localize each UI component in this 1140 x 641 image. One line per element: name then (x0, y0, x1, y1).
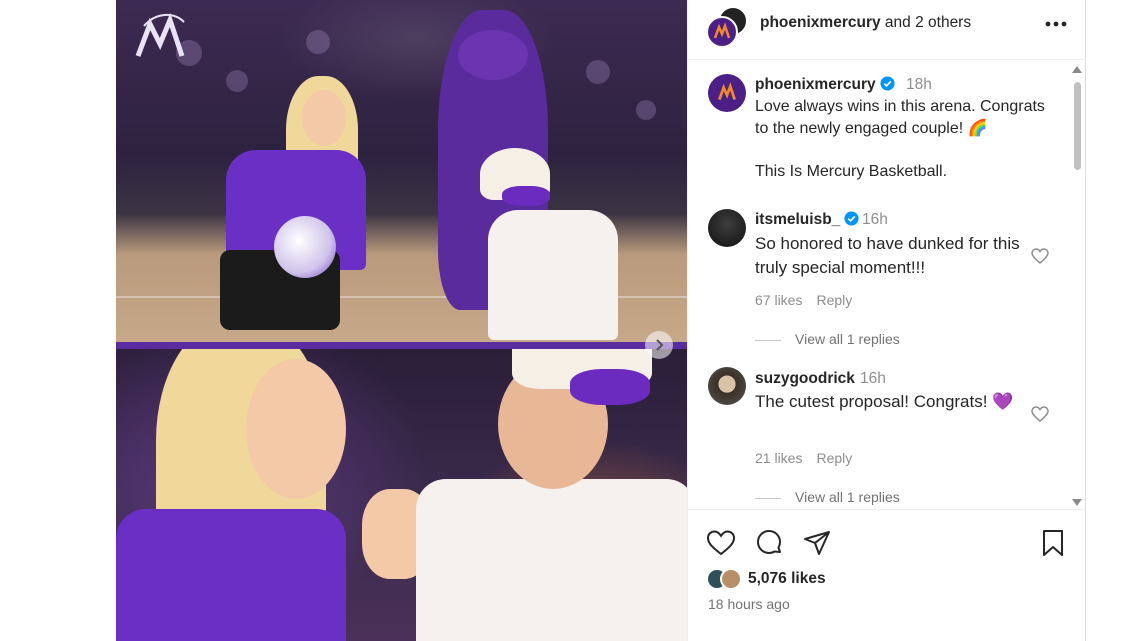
bookmark-save-icon[interactable] (1038, 528, 1068, 558)
share-send-icon[interactable] (802, 528, 832, 558)
comment-reply-button[interactable]: Reply (816, 450, 852, 466)
mercury-logo-icon (135, 12, 185, 57)
scroll-thumb[interactable] (1074, 82, 1081, 170)
verified-badge-icon (880, 76, 895, 91)
comment-time[interactable]: 16h (860, 370, 886, 388)
more-options-button[interactable] (1043, 14, 1069, 34)
comment-likes[interactable]: 21 likes (755, 450, 802, 466)
view-replies-label: View all 1 replies (795, 489, 900, 505)
comment-likes[interactable]: 67 likes (755, 292, 802, 308)
comment-avatar[interactable] (708, 367, 746, 405)
like-heart-icon[interactable] (706, 528, 736, 558)
caption-username-row: phoenixmercury (755, 76, 895, 94)
comment-reply-button[interactable]: Reply (816, 292, 852, 308)
likes-count[interactable]: 5,076 likes (748, 570, 826, 588)
caption-time[interactable]: 18h (906, 76, 932, 94)
comment-like-heart-icon[interactable] (1031, 248, 1049, 264)
comment-username[interactable]: suzygoodrick (755, 370, 855, 387)
carousel-next-button[interactable] (645, 331, 673, 359)
post-collaborators[interactable]: phoenixmercury and 2 others (760, 14, 971, 32)
post-header: phoenixmercury and 2 others (688, 0, 1086, 60)
header-author[interactable]: phoenixmercury (760, 14, 881, 31)
caption-text: Love always wins in this arena. Congrats… (755, 98, 1045, 180)
photo-proposal-closeup (116, 349, 687, 641)
comment-like-heart-icon[interactable] (1031, 406, 1049, 422)
post-actions: 5,076 likes 18 hours ago (688, 509, 1086, 641)
comment-username-row: itsmeluisb_ (755, 211, 859, 229)
comment-username[interactable]: itsmeluisb_ (755, 211, 840, 228)
comment-avatar[interactable] (708, 209, 746, 247)
likes-summary[interactable]: 5,076 likes (706, 566, 826, 592)
scroll-up-arrow-icon[interactable] (1072, 66, 1082, 73)
comment-meta: 21 likes Reply (755, 450, 866, 466)
chevron-right-icon (656, 339, 664, 351)
liker-avatar (720, 568, 742, 590)
comment-time[interactable]: 16h (862, 211, 888, 229)
caption-username[interactable]: phoenixmercury (755, 76, 876, 93)
comment-meta: 67 likes Reply (755, 292, 866, 308)
comment-text: So honored to have dunked for this truly… (755, 234, 1020, 277)
more-horizontal-icon (1045, 21, 1067, 27)
verified-badge-icon (844, 211, 859, 226)
comments-list[interactable]: phoenixmercury 18h Love always wins in t… (688, 61, 1086, 509)
comment-username-row: suzygoodrick (755, 370, 855, 388)
view-replies-button[interactable]: View all 1 replies (755, 331, 900, 347)
post-timestamp[interactable]: 18 hours ago (708, 596, 790, 612)
comment-text: The cutest proposal! Congrats! 💜 (755, 392, 1014, 411)
scroll-down-arrow-icon[interactable] (1072, 499, 1082, 506)
comments-scrollbar[interactable] (1070, 66, 1084, 506)
collab-avatars[interactable] (706, 6, 748, 48)
post-media[interactable] (116, 0, 687, 641)
view-replies-button[interactable]: View all 1 replies (755, 489, 900, 505)
header-others[interactable]: and 2 others (885, 14, 971, 31)
post-details-panel: phoenixmercury and 2 others phoenixmercu… (687, 0, 1086, 641)
view-replies-label: View all 1 replies (795, 331, 900, 347)
comment-bubble-icon[interactable] (754, 528, 784, 558)
photo-proposal-court (116, 0, 687, 344)
caption-avatar[interactable] (708, 74, 746, 112)
